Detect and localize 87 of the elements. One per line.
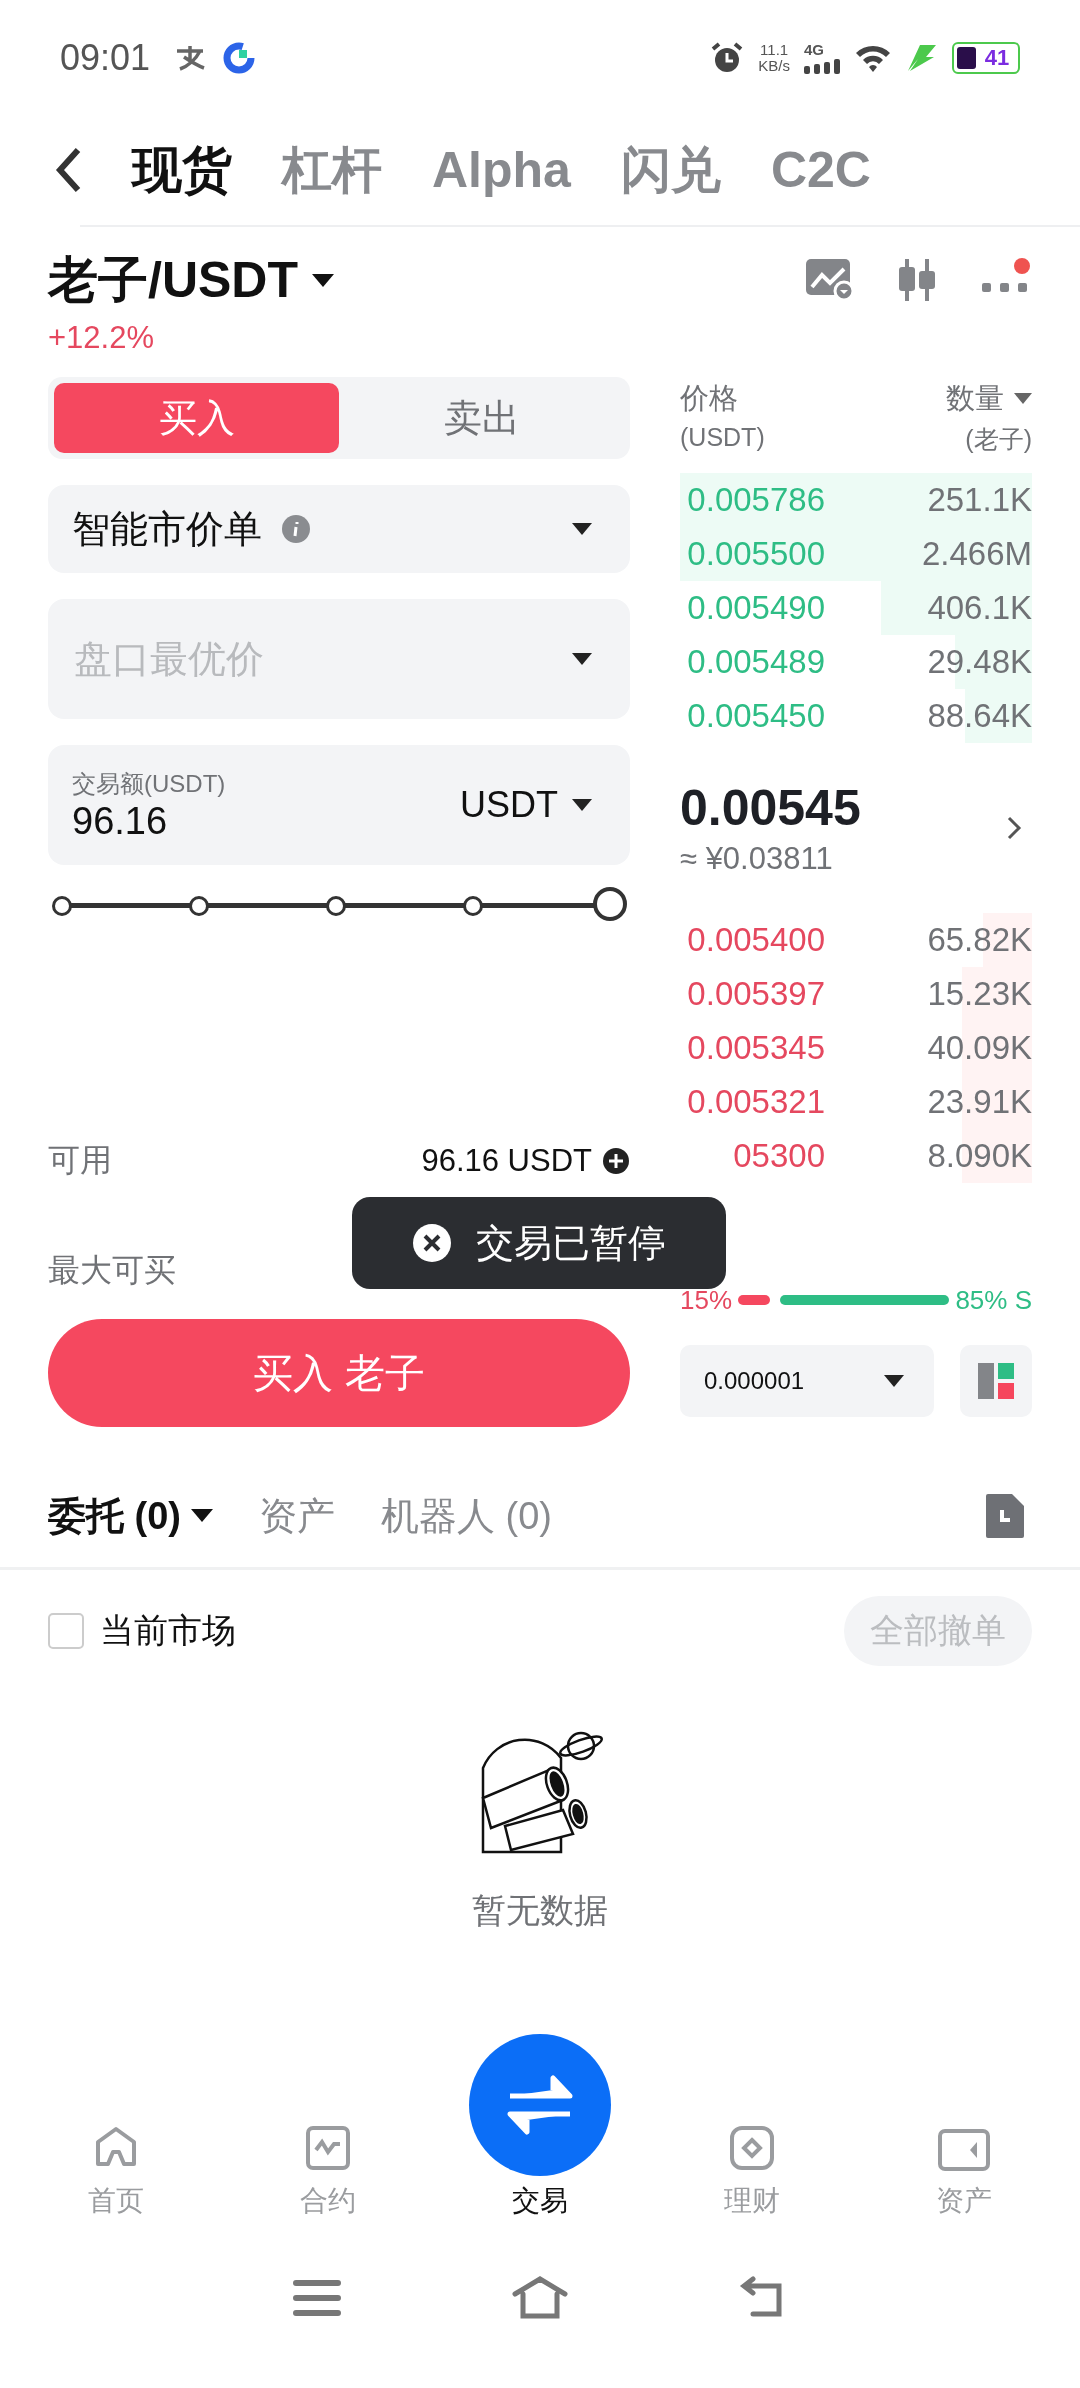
order-amount: 15.23K bbox=[927, 975, 1032, 1013]
order-type-select[interactable]: 智能市价单 bbox=[48, 485, 630, 573]
alarm-icon bbox=[710, 40, 745, 75]
bottom-nav-item[interactable]: 合约 bbox=[243, 2124, 413, 2238]
network-speed-unit: KB/s bbox=[758, 57, 790, 74]
bottom-nav-item[interactable]: 理财 bbox=[667, 2124, 837, 2238]
order-amount: 29.48K bbox=[927, 643, 1032, 681]
order-price: 0.005489 bbox=[686, 643, 825, 681]
price-input[interactable]: 盘口最优价 bbox=[72, 636, 572, 682]
price-field[interactable]: 盘口最优价 bbox=[48, 599, 630, 719]
empty-state-text: 暂无数据 bbox=[472, 1890, 608, 1931]
caret-icon[interactable] bbox=[884, 1375, 904, 1387]
market-tab[interactable]: 现货 bbox=[132, 136, 232, 204]
order-price: 0.005786 bbox=[686, 481, 825, 519]
orders-tab[interactable]: 资产 bbox=[259, 1490, 335, 1542]
signal-icon bbox=[804, 57, 840, 74]
battery-icon: 41 bbox=[952, 41, 1020, 74]
last-price-cny: ≈ ¥0.03811 bbox=[680, 841, 834, 877]
market-tab[interactable]: C2C bbox=[770, 141, 871, 199]
charging-icon bbox=[906, 42, 938, 73]
precision-select[interactable]: 0.000001 bbox=[680, 1345, 934, 1417]
add-icon[interactable] bbox=[602, 1147, 630, 1175]
amount-field[interactable]: 交易额(USDT) 96.16 USDT bbox=[48, 745, 630, 865]
order-book-row[interactable]: 0.005500 2.466M bbox=[680, 527, 1032, 581]
layout-icon[interactable] bbox=[976, 1361, 1016, 1401]
bottom-nav-item[interactable]: 交易 bbox=[455, 2034, 625, 2238]
max-buy-label: 最大可买 bbox=[48, 1251, 176, 1290]
order-price: 05300 bbox=[732, 1137, 825, 1175]
caret-icon[interactable] bbox=[572, 653, 592, 665]
menu-icon[interactable] bbox=[293, 2278, 341, 2318]
available-label: 可用 bbox=[48, 1141, 112, 1180]
last-price: 0.00545 bbox=[680, 779, 862, 837]
available-balance: 96.16 USDT bbox=[421, 1143, 592, 1179]
chart-image-icon[interactable] bbox=[804, 257, 854, 301]
pair-title[interactable]: 老子/USDT bbox=[48, 247, 298, 314]
status-time: 09:01 bbox=[60, 36, 151, 79]
bottom-nav-item[interactable]: 首页 bbox=[31, 2124, 201, 2238]
buy-ratio: 15% bbox=[680, 1284, 733, 1316]
order-amount: 65.82K bbox=[927, 921, 1032, 959]
side-tab[interactable]: 买入 bbox=[54, 383, 339, 453]
market-tab[interactable]: 杠杆 bbox=[282, 136, 382, 204]
sell-ratio: 85% S bbox=[955, 1284, 1032, 1316]
ratio-bar bbox=[738, 1295, 770, 1305]
column-unit: (USDT) bbox=[680, 423, 765, 452]
order-price: 0.005400 bbox=[686, 921, 825, 959]
side-tab[interactable]: 卖出 bbox=[339, 383, 624, 453]
chevron-right-icon[interactable] bbox=[1006, 815, 1022, 841]
info-icon[interactable] bbox=[282, 515, 310, 543]
caret-icon[interactable] bbox=[572, 523, 592, 535]
column-header: 价格 bbox=[680, 381, 739, 416]
caret-icon[interactable] bbox=[191, 1509, 213, 1523]
price-change: +12.2% bbox=[48, 320, 155, 356]
market-tab[interactable]: 闪兑 bbox=[620, 136, 721, 204]
network-type: 4G bbox=[804, 41, 824, 58]
caret-icon[interactable] bbox=[312, 273, 334, 288]
order-amount: 2.466M bbox=[921, 535, 1032, 573]
order-price: 0.005321 bbox=[686, 1083, 825, 1121]
ring-app-icon bbox=[222, 40, 257, 75]
close-icon bbox=[412, 1223, 452, 1263]
order-amount: 40.09K bbox=[927, 1029, 1032, 1067]
order-amount: 406.1K bbox=[927, 589, 1032, 627]
home-icon[interactable] bbox=[511, 2276, 569, 2320]
order-amount: 8.090K bbox=[927, 1137, 1032, 1175]
column-unit: (老子) bbox=[965, 424, 1032, 455]
order-price: 0.005397 bbox=[686, 975, 825, 1013]
chart-icon[interactable] bbox=[304, 2124, 352, 2172]
layout-button[interactable] bbox=[960, 1345, 1032, 1417]
order-book-row[interactable]: 0.005786 251.1K bbox=[680, 473, 1032, 527]
toast-message: 交易已暂停 bbox=[476, 1220, 666, 1266]
caret-icon[interactable] bbox=[572, 799, 592, 811]
order-price: 0.005345 bbox=[686, 1029, 825, 1067]
order-price: 0.005500 bbox=[686, 535, 825, 573]
checkbox-label[interactable]: 当前市场 bbox=[100, 1608, 236, 1654]
order-amount: 23.91K bbox=[927, 1083, 1032, 1121]
order-amount: 88.64K bbox=[927, 697, 1032, 735]
orders-tab[interactable]: 委托 (0) bbox=[48, 1490, 213, 1542]
bottom-nav-item[interactable]: 资产 bbox=[879, 2128, 1049, 2238]
network-speed: 11.1 bbox=[760, 41, 789, 58]
orders-tab[interactable]: 机器人 (0) bbox=[381, 1490, 552, 1542]
order-price: 0.005450 bbox=[686, 697, 825, 735]
column-header[interactable]: 数量 bbox=[946, 379, 1004, 419]
buy-button[interactable]: 买入 老子 bbox=[48, 1319, 630, 1427]
checkbox[interactable] bbox=[48, 1613, 84, 1649]
wallet-icon[interactable] bbox=[937, 2128, 991, 2172]
order-amount: 251.1K bbox=[927, 481, 1032, 519]
order-price: 0.005490 bbox=[686, 589, 825, 627]
market-tab[interactable]: Alpha bbox=[432, 141, 571, 199]
